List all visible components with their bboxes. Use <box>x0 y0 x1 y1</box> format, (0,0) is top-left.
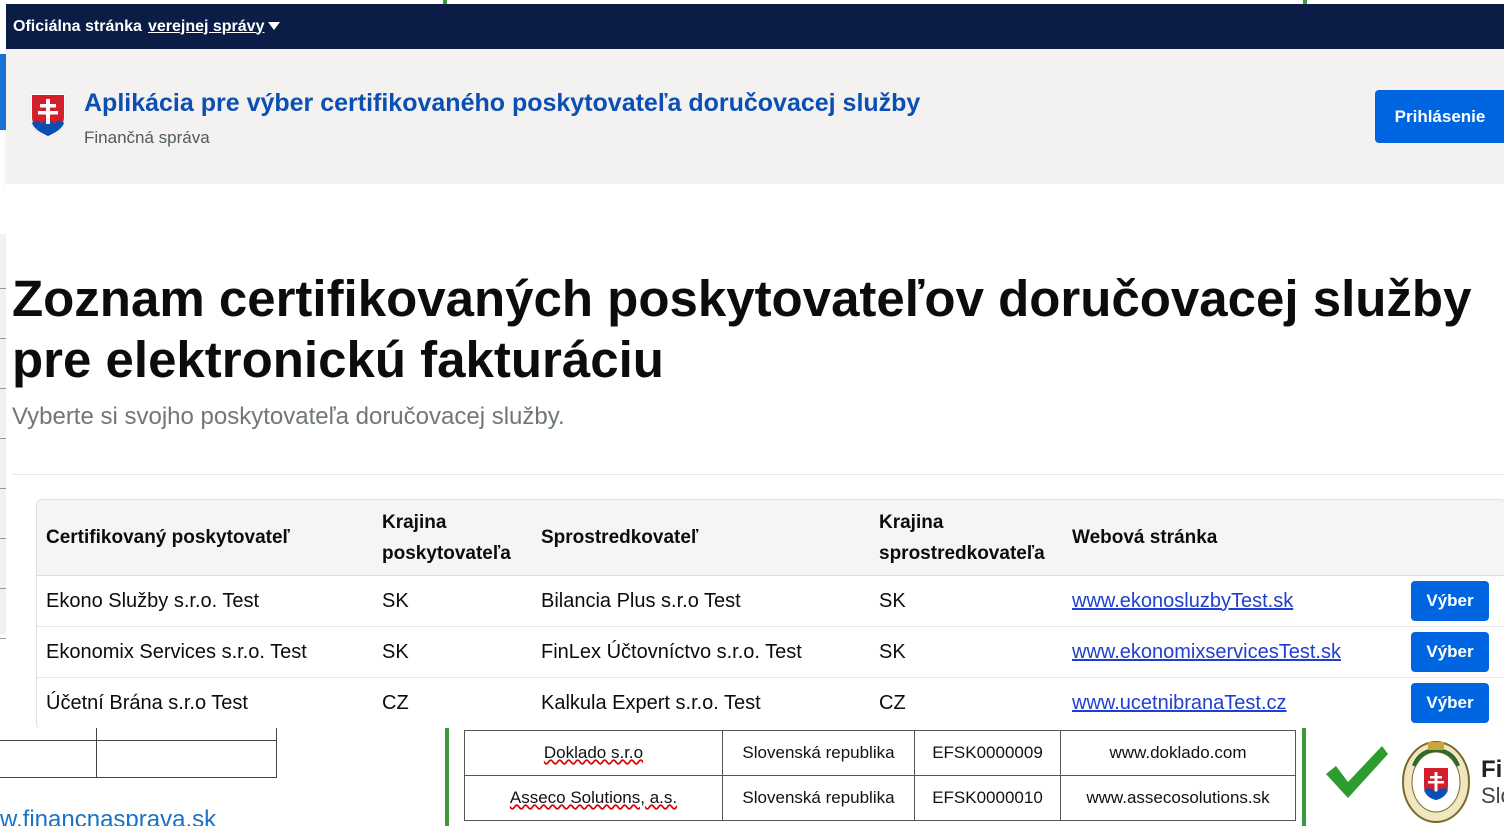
registry-country: Slovenská republika <box>722 775 915 821</box>
cell-intermediary: Bilancia Plus s.r.o Test <box>541 589 741 612</box>
table-header-row: Certifikovaný poskytovateľ Krajina posky… <box>37 500 1504 576</box>
app-title[interactable]: Aplikácia pre výber certifikovaného posk… <box>84 89 920 118</box>
registry-web: www.doklado.com <box>1060 730 1296 776</box>
table-row: Ekono Služby s.r.o. Test SK Bilancia Plu… <box>37 576 1504 627</box>
slovak-coat-of-arms-icon <box>29 92 67 139</box>
slide-green-divider <box>1302 728 1306 826</box>
cell-provider: Ekonomix Services s.r.o. Test <box>46 640 307 663</box>
financna-sprava-seal-icon <box>1402 741 1470 823</box>
app-subtitle: Finančná správa <box>84 128 210 147</box>
website-link[interactable]: www.ekonosluzbyTest.sk <box>1072 590 1293 613</box>
registry-id: EFSK0000009 <box>914 730 1061 776</box>
registry-name: Asseco Solutions, a.s. <box>509 788 678 807</box>
select-button[interactable]: Výber <box>1411 632 1489 672</box>
column-header-intermediary-country: Krajina sprostredkovateľa <box>879 511 1045 564</box>
column-header-provider: Certifikovaný poskytovateľ <box>46 527 290 548</box>
login-button[interactable]: Prihlásenie <box>1375 90 1504 143</box>
gov-bar-prefix: Oficiálna stránka <box>13 17 142 35</box>
table-row: Ekonomix Services s.r.o. Test SK FinLex … <box>37 627 1504 678</box>
registry-row: Asseco Solutions, a.s. Slovenská republi… <box>464 775 1296 821</box>
app-header: Aplikácia pre výber certifikovaného posk… <box>6 49 1504 184</box>
cell-provider: Účetní Brána s.r.o Test <box>46 691 248 714</box>
registry-web: www.assecosolutions.sk <box>1060 775 1296 821</box>
providers-table: Certifikovaný poskytovateľ Krajina posky… <box>36 499 1504 730</box>
cell-provider-country: SK <box>382 589 409 612</box>
registry-country: Slovenská republika <box>722 730 915 776</box>
select-button[interactable]: Výber <box>1411 683 1489 723</box>
website-link[interactable]: www.ucetnibranaTest.cz <box>1072 692 1287 715</box>
registry-id: EFSK0000010 <box>914 775 1061 821</box>
grid-line <box>0 740 277 741</box>
column-header-intermediary: Sprostredkovateľ <box>541 527 699 548</box>
slide-bottom-fragment: w.financnasprava.sk Doklado s.r.o Sloven… <box>0 728 1504 826</box>
main-content: Zoznam certifikovaných poskytovateľov do… <box>6 184 1504 744</box>
grid-line <box>96 728 97 778</box>
slide-old-grid <box>0 728 277 778</box>
cell-provider-country: CZ <box>382 691 409 714</box>
select-button[interactable]: Výber <box>1411 581 1489 621</box>
cell-intermediary: FinLex Účtovníctvo s.r.o. Test <box>541 640 802 663</box>
slide-url-text: w.financnasprava.sk <box>0 806 217 826</box>
cell-intermediary-country: CZ <box>879 691 906 714</box>
registry-row: Doklado s.r.o Slovenská republika EFSK00… <box>464 730 1296 776</box>
cell-provider-country: SK <box>382 640 409 663</box>
website-link[interactable]: www.ekonomixservicesTest.sk <box>1072 641 1341 664</box>
providers-panel: Certifikovaný poskytovateľ Krajina posky… <box>12 474 1504 734</box>
table-row: Účetní Brána s.r.o Test CZ Kalkula Exper… <box>37 678 1504 729</box>
page-title: Zoznam certifikovaných poskytovateľov do… <box>12 270 1472 388</box>
registry-table: Doklado s.r.o Slovenská republika EFSK00… <box>464 730 1296 821</box>
cell-intermediary-country: SK <box>879 640 906 663</box>
checkmark-icon <box>1326 746 1388 798</box>
slide-green-divider <box>445 728 449 826</box>
grid-line <box>276 728 277 778</box>
caret-down-icon[interactable] <box>268 21 281 30</box>
cell-intermediary-country: SK <box>879 589 906 612</box>
cell-provider: Ekono Služby s.r.o. Test <box>46 589 260 612</box>
page-lead: Vyberte si svojho poskytovateľa doručova… <box>12 403 565 430</box>
cell-intermediary: Kalkula Expert s.r.o. Test <box>541 691 761 714</box>
slide-brand-line-1: Fi <box>1481 756 1503 783</box>
column-header-provider-country: Krajina poskytovateľa <box>382 511 511 564</box>
gov-bar-link[interactable]: verejnej správy <box>148 18 265 36</box>
gov-official-bar: Oficiálna stránka verejnej správy <box>6 4 1504 49</box>
slide-brand-line-2: Slo <box>1481 783 1504 808</box>
column-header-website: Webová stránka <box>1072 527 1218 548</box>
registry-name: Doklado s.r.o <box>543 743 644 762</box>
